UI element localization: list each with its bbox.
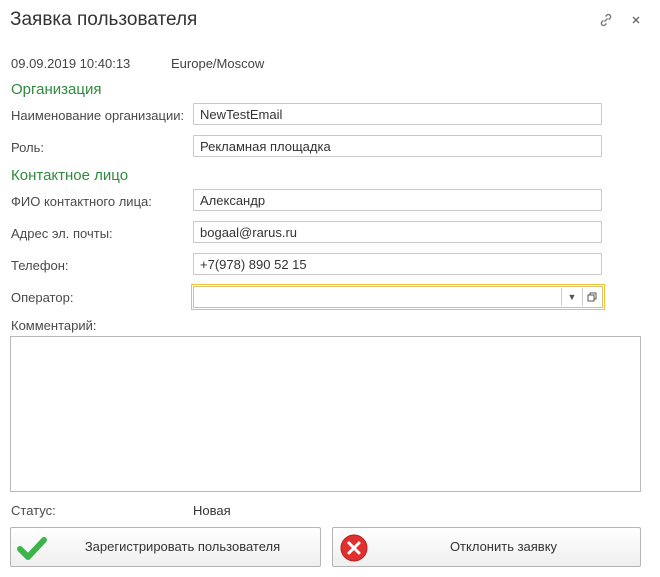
operator-label: Оператор:	[11, 290, 74, 305]
timezone: Europe/Moscow	[171, 56, 265, 71]
checkmark-icon	[17, 537, 47, 560]
operator-combo[interactable]: ▼	[191, 284, 605, 310]
register-user-label: Зарегистрировать пользователя	[84, 539, 281, 554]
email-field[interactable]	[193, 221, 602, 243]
register-user-button[interactable]: Зарегистрировать пользователя	[10, 527, 321, 567]
link-icon[interactable]	[597, 11, 615, 29]
fio-field[interactable]	[193, 189, 602, 211]
phone-field[interactable]	[193, 253, 602, 275]
role-field[interactable]	[193, 135, 602, 157]
status-value: Новая	[193, 503, 231, 518]
org-name-field[interactable]	[193, 103, 602, 125]
datetime: 09.09.2019 10:40:13	[11, 56, 131, 71]
reject-request-button[interactable]: Отклонить заявку	[332, 527, 641, 567]
phone-label: Телефон:	[11, 258, 69, 273]
operator-input[interactable]	[193, 286, 603, 308]
reject-request-label: Отклонить заявку	[449, 539, 558, 554]
cancel-icon	[340, 534, 368, 562]
section-contact: Контактное лицо	[11, 167, 129, 184]
org-name-label: Наименование организации:	[11, 108, 185, 123]
open-form-icon[interactable]	[582, 288, 601, 306]
email-label: Адрес эл. почты:	[11, 226, 113, 241]
fio-label: ФИО контактного лица:	[11, 194, 152, 209]
chevron-down-icon[interactable]: ▼	[561, 288, 582, 306]
close-icon[interactable]	[627, 11, 645, 29]
comment-textarea[interactable]	[10, 336, 641, 492]
comment-label: Комментарий:	[11, 318, 97, 333]
role-label: Роль:	[11, 140, 45, 155]
section-organization: Организация	[11, 81, 102, 98]
status-label: Статус:	[11, 503, 56, 518]
window-title: Заявка пользователя	[10, 9, 198, 30]
